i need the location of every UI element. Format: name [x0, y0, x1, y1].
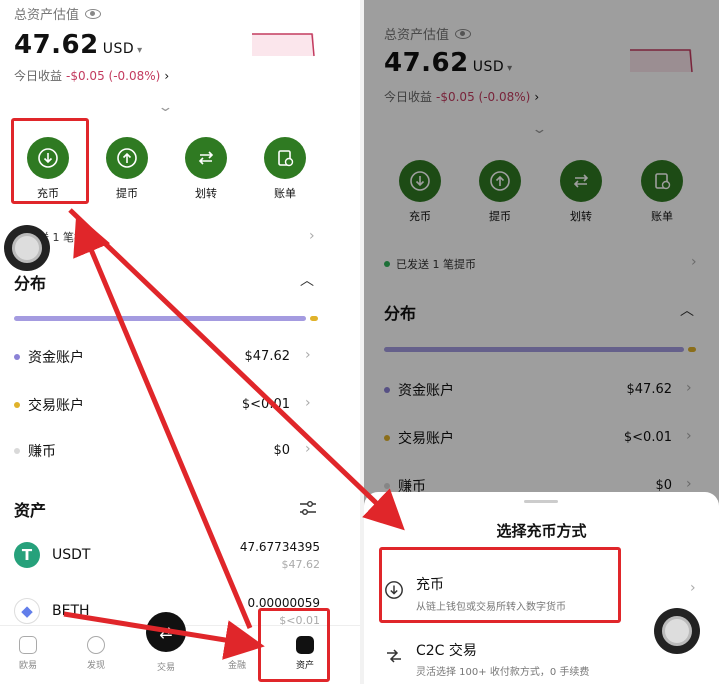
annotation-arrows	[63, 208, 405, 660]
arrow-assets-to-deposit	[73, 214, 253, 629]
arrow-deposit-to-sheet	[68, 208, 405, 531]
arrow-to-assets-tab	[63, 611, 265, 660]
